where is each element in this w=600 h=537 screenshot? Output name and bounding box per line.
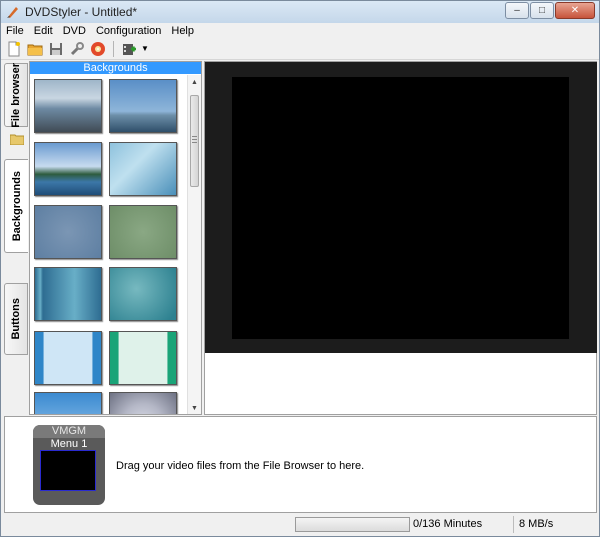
status-separator — [513, 516, 514, 533]
tab-backgrounds-label: Backgrounds — [10, 170, 23, 242]
settings-icon[interactable] — [68, 40, 86, 58]
backgrounds-panel: Backgrounds ▲ ▼ — [29, 61, 202, 415]
background-thumbnail[interactable] — [109, 205, 177, 259]
app-icon — [5, 4, 21, 20]
background-thumbnail[interactable] — [34, 267, 102, 321]
bitrate-readout: 8 MB/s — [519, 518, 554, 530]
toolbar-separator — [113, 40, 114, 57]
background-thumbnail[interactable] — [34, 331, 102, 385]
close-button[interactable]: ✕ — [555, 2, 595, 19]
menu-thumbnail[interactable] — [40, 450, 96, 491]
save-icon[interactable] — [47, 40, 65, 58]
toolbar: ▼ — [1, 38, 599, 60]
disc-usage-progress — [295, 517, 410, 532]
menu-bar: File Edit DVD Configuration Help — [1, 23, 599, 38]
menu-label: Menu 1 — [50, 438, 88, 450]
titleset-manager[interactable]: VMGM Menu 1 Drag your video files from t… — [4, 416, 597, 513]
menu-help[interactable]: Help — [166, 25, 199, 37]
background-thumbnail[interactable] — [34, 205, 102, 259]
menu-preview-area[interactable] — [205, 62, 597, 353]
tab-buttons-label: Buttons — [10, 298, 22, 340]
drag-hint: Drag your video files from the File Brow… — [116, 460, 365, 472]
menu-configuration[interactable]: Configuration — [91, 25, 166, 37]
add-file-icon[interactable] — [120, 40, 138, 58]
scroll-down-arrow[interactable]: ▼ — [188, 401, 201, 414]
scroll-thumb[interactable] — [190, 95, 199, 187]
window-title: DVDStyler - Untitled* — [25, 5, 138, 19]
vmgm-menu-item[interactable]: VMGM Menu 1 — [33, 425, 105, 505]
background-thumbnail[interactable] — [109, 267, 177, 321]
tab-buttons[interactable]: Buttons — [4, 283, 28, 355]
open-folder-icon[interactable] — [26, 40, 44, 58]
burn-dvd-icon[interactable] — [89, 40, 107, 58]
side-tabs: File browser Backgrounds Buttons — [4, 61, 29, 413]
tab-file-browser-label: File browser — [10, 62, 22, 128]
menu-dvd[interactable]: DVD — [58, 25, 91, 37]
background-thumbnail[interactable] — [109, 142, 177, 196]
minimize-button[interactable]: – — [505, 2, 529, 19]
background-thumbnail[interactable] — [34, 392, 102, 414]
dvdstyler-window: DVDStyler - Untitled* – □ ✕ File Edit DV… — [0, 0, 600, 537]
panel-header: Backgrounds — [30, 62, 201, 74]
vmgm-label: VMGM — [33, 425, 105, 438]
maximize-button[interactable]: □ — [530, 2, 554, 19]
menu-canvas[interactable] — [232, 77, 569, 339]
menu-editor — [204, 61, 597, 415]
tab-file-browser[interactable]: File browser — [4, 63, 28, 127]
tab-backgrounds[interactable]: Backgrounds — [4, 159, 28, 253]
background-thumbnail[interactable] — [109, 79, 177, 133]
title-bar[interactable]: DVDStyler - Untitled* – □ ✕ — [1, 1, 599, 23]
minutes-readout: 0/136 Minutes — [413, 518, 483, 530]
new-project-icon[interactable] — [5, 40, 23, 58]
panel-scrollbar[interactable]: ▲ ▼ — [187, 75, 201, 414]
background-thumbnail[interactable] — [34, 142, 102, 196]
background-thumbnail[interactable] — [34, 79, 102, 133]
menu-edit[interactable]: Edit — [29, 25, 58, 37]
folder-icon — [9, 133, 25, 148]
scroll-up-arrow[interactable]: ▲ — [188, 75, 201, 89]
add-file-dropdown-arrow[interactable]: ▼ — [141, 44, 149, 53]
status-bar: 0/136 Minutes 8 MB/s — [1, 514, 599, 536]
background-thumbnail[interactable] — [109, 392, 177, 414]
background-thumbnail[interactable] — [109, 331, 177, 385]
menu-file[interactable]: File — [1, 25, 29, 37]
